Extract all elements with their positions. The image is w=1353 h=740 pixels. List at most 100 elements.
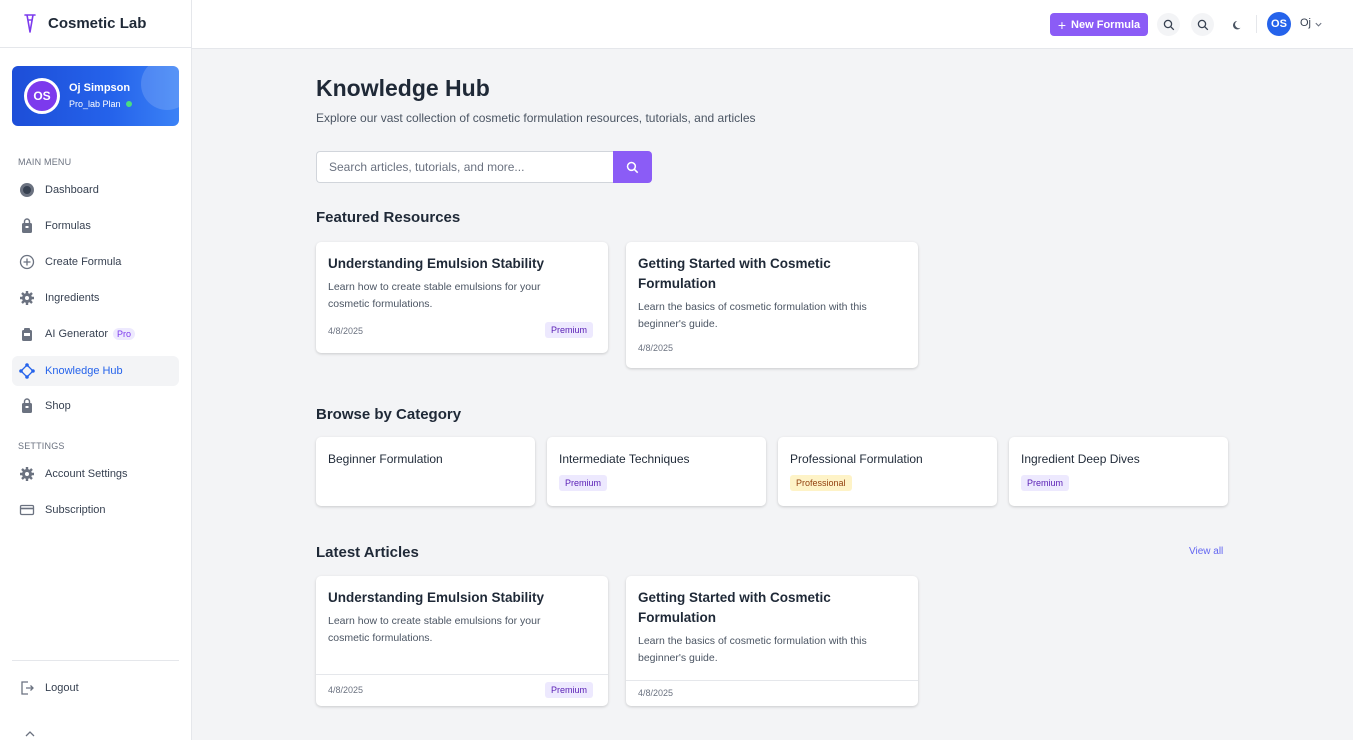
category-title: Beginner Formulation xyxy=(328,452,443,466)
view-all-link[interactable]: View all xyxy=(1189,546,1223,557)
profile-card-decoration xyxy=(141,66,179,110)
sidebar-item-label: Formulas xyxy=(45,220,91,232)
category-title: Intermediate Techniques xyxy=(559,452,690,466)
page-subtitle: Explore our vast collection of cosmetic … xyxy=(316,111,756,125)
card-date: 4/8/2025 xyxy=(328,685,364,695)
card-title: Understanding Emulsion Stability xyxy=(328,256,545,271)
search-icon xyxy=(1197,19,1208,30)
sidebar-item-create-formula[interactable]: Create Formula xyxy=(12,247,179,277)
card-date: 4/8/2025 xyxy=(638,343,674,353)
gear-icon xyxy=(19,290,35,306)
bag-icon xyxy=(19,218,35,234)
card-divider xyxy=(626,680,918,681)
sidebar-item-label: AI Generator xyxy=(45,328,108,340)
logout-button[interactable]: Logout xyxy=(12,673,179,703)
article-card[interactable]: Understanding Emulsion Stability Learn h… xyxy=(316,576,608,706)
card-date: 4/8/2025 xyxy=(638,688,674,698)
sidebar-divider xyxy=(12,660,179,661)
sidebar-item-ai-generator[interactable]: AI Generator Pro xyxy=(12,319,179,349)
main-menu-label: MAIN MENU xyxy=(18,157,72,167)
profile-plan: Pro_lab Plan xyxy=(69,99,132,109)
page-title: Knowledge Hub xyxy=(316,75,490,101)
article-card[interactable]: Getting Started with Cosmetic Formulatio… xyxy=(626,576,918,706)
theme-toggle-button[interactable] xyxy=(1226,13,1249,36)
pro-badge: Pro xyxy=(112,328,135,340)
sidebar-item-label: Create Formula xyxy=(45,256,122,268)
card-date: 4/8/2025 xyxy=(328,326,364,336)
avatar: OS xyxy=(24,78,60,114)
sidebar-item-subscription[interactable]: Subscription xyxy=(12,495,179,525)
sidebar-item-knowledge-hub[interactable]: Knowledge Hub xyxy=(12,356,179,386)
premium-badge: Premium xyxy=(559,475,608,491)
sidebar-item-label: Subscription xyxy=(45,504,106,516)
chevron-down-icon xyxy=(1315,22,1322,27)
category-card[interactable]: Intermediate Techniques Premium xyxy=(547,437,766,506)
sidebar-item-ingredients[interactable]: Ingredients xyxy=(12,283,179,313)
topbar: + New Formula OS Oj xyxy=(192,0,1353,49)
sidebar: Cosmetic Lab OS Oj Simpson Pro_lab Plan … xyxy=(0,0,192,740)
professional-badge: Professional xyxy=(790,475,852,491)
card-title: Getting Started with Cosmetic Formulatio… xyxy=(638,590,831,625)
brand-name: Cosmetic Lab xyxy=(48,15,147,32)
premium-badge: Premium xyxy=(545,322,594,338)
card-description: Learn the basics of cosmetic formulation… xyxy=(638,635,867,664)
latest-heading: Latest Articles xyxy=(316,544,419,561)
bag-icon xyxy=(19,398,35,414)
sidebar-item-formulas[interactable]: Formulas xyxy=(12,211,179,241)
flask-logo-icon xyxy=(24,13,36,33)
settings-label: SETTINGS xyxy=(18,441,65,451)
profile-card[interactable]: OS Oj Simpson Pro_lab Plan xyxy=(12,66,179,126)
sidebar-item-label: Dashboard xyxy=(45,184,99,196)
card-description: Learn how to create stable emulsions for… xyxy=(328,281,541,310)
logout-label: Logout xyxy=(45,682,79,694)
featured-card[interactable]: Understanding Emulsion Stability Learn h… xyxy=(316,242,608,353)
premium-badge: Premium xyxy=(1021,475,1070,491)
profile-name: Oj Simpson xyxy=(69,82,131,94)
category-heading: Browse by Category xyxy=(316,406,462,423)
plan-label: Pro_lab Plan xyxy=(69,99,121,109)
card-divider xyxy=(316,674,608,675)
category-card[interactable]: Professional Formulation Professional xyxy=(778,437,997,506)
new-formula-button[interactable]: + New Formula xyxy=(1050,13,1148,36)
search-icon xyxy=(626,161,639,173)
category-title: Ingredient Deep Dives xyxy=(1021,452,1140,466)
card-icon xyxy=(19,502,35,518)
user-menu[interactable]: Oj xyxy=(1300,17,1323,29)
card-description: Learn the basics of cosmetic formulation… xyxy=(638,301,867,330)
online-status-dot xyxy=(125,101,132,107)
featured-heading: Featured Resources xyxy=(316,209,461,226)
topbar-divider xyxy=(1256,15,1257,33)
category-title: Professional Formulation xyxy=(790,452,923,466)
logout-icon xyxy=(19,680,35,696)
sidebar-item-account-settings[interactable]: Account Settings xyxy=(12,459,179,489)
sidebar-item-label: Ingredients xyxy=(45,292,100,304)
robot-icon xyxy=(19,326,35,342)
search-button-2[interactable] xyxy=(1191,13,1214,36)
sidebar-item-shop[interactable]: Shop xyxy=(12,391,179,421)
user-name: Oj xyxy=(1300,17,1311,29)
user-avatar[interactable]: OS xyxy=(1267,12,1291,36)
plus-icon: + xyxy=(1057,16,1067,33)
search-button[interactable] xyxy=(1157,13,1180,36)
card-title: Understanding Emulsion Stability xyxy=(328,590,545,605)
search-icon xyxy=(1163,19,1174,30)
featured-card[interactable]: Getting Started with Cosmetic Formulatio… xyxy=(626,242,918,368)
card-title: Getting Started with Cosmetic Formulatio… xyxy=(638,256,831,291)
dashboard-icon xyxy=(19,182,35,198)
card-description: Learn how to create stable emulsions for… xyxy=(328,615,541,644)
sidebar-item-label: Knowledge Hub xyxy=(45,365,123,377)
search-submit-button[interactable] xyxy=(613,151,652,183)
gear-icon xyxy=(19,466,35,482)
moon-icon xyxy=(1232,20,1240,29)
search-input[interactable] xyxy=(316,151,614,183)
category-card[interactable]: Ingredient Deep Dives Premium xyxy=(1009,437,1228,506)
hub-icon xyxy=(19,363,35,379)
sidebar-item-dashboard[interactable]: Dashboard xyxy=(12,175,179,205)
category-card[interactable]: Beginner Formulation xyxy=(316,437,535,506)
new-formula-label: New Formula xyxy=(1071,18,1141,31)
brand[interactable]: Cosmetic Lab xyxy=(0,0,191,48)
chevron-up-icon[interactable] xyxy=(24,728,36,740)
sidebar-item-label: Account Settings xyxy=(45,468,128,480)
sidebar-item-label: Shop xyxy=(45,400,71,412)
premium-badge: Premium xyxy=(545,682,594,698)
